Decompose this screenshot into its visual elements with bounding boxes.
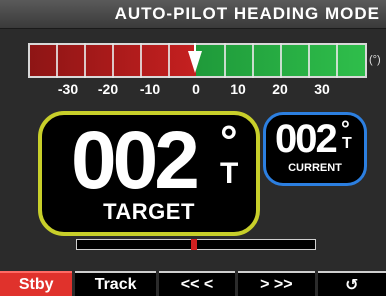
scale-tick [112,43,114,78]
target-heading-value: 002 [71,115,200,206]
scale-label: -20 [97,81,119,97]
rudder-indicator [76,239,316,250]
scale-tick [168,43,170,78]
scale-tick [280,43,282,78]
scale-tick [84,43,86,78]
heading-pointer [188,51,202,73]
scale-unit: (°) [369,54,381,66]
scale-tick [336,43,338,78]
undo-button[interactable]: ↺ [317,271,386,296]
scale-label: 30 [314,81,330,97]
turn-starboard-button[interactable]: > >> [238,271,315,296]
mode-title: AUTO-PILOT HEADING MODE [114,4,380,23]
turn-port-button[interactable]: << < [158,271,236,296]
scale-label: 20 [272,81,288,97]
track-button[interactable]: Track [75,271,156,296]
scale-tick [56,43,58,78]
scale-tick [224,43,226,78]
target-heading-display: 002 ° T TARGET [38,111,260,236]
undo-icon: ↺ [345,276,359,294]
rudder-marker [191,239,197,250]
scale-tick [140,43,142,78]
current-heading-display: 002 ° T CURRENT [263,112,367,186]
scale-label: 0 [192,81,200,97]
scale-label: -10 [139,81,161,97]
scale-label: 10 [230,81,246,97]
scale-label: -30 [57,81,79,97]
heading-error-scale: -30 -20 -10 0 10 20 30 [28,43,367,97]
title-bar: AUTO-PILOT HEADING MODE [0,0,386,29]
scale-tick [252,43,254,78]
softkey-bar: Stby Track << < > >> ↺ [0,271,386,296]
current-reference: T [342,135,352,152]
current-label: CURRENT [288,162,342,174]
target-reference: T [220,157,239,190]
standby-button[interactable]: Stby [0,271,73,296]
autopilot-screen: AUTO-PILOT HEADING MODE -30 -20 -10 0 10… [0,0,386,296]
target-label: TARGET [103,199,195,224]
current-heading-value: 002 [275,117,338,161]
scale-tick [308,43,310,78]
